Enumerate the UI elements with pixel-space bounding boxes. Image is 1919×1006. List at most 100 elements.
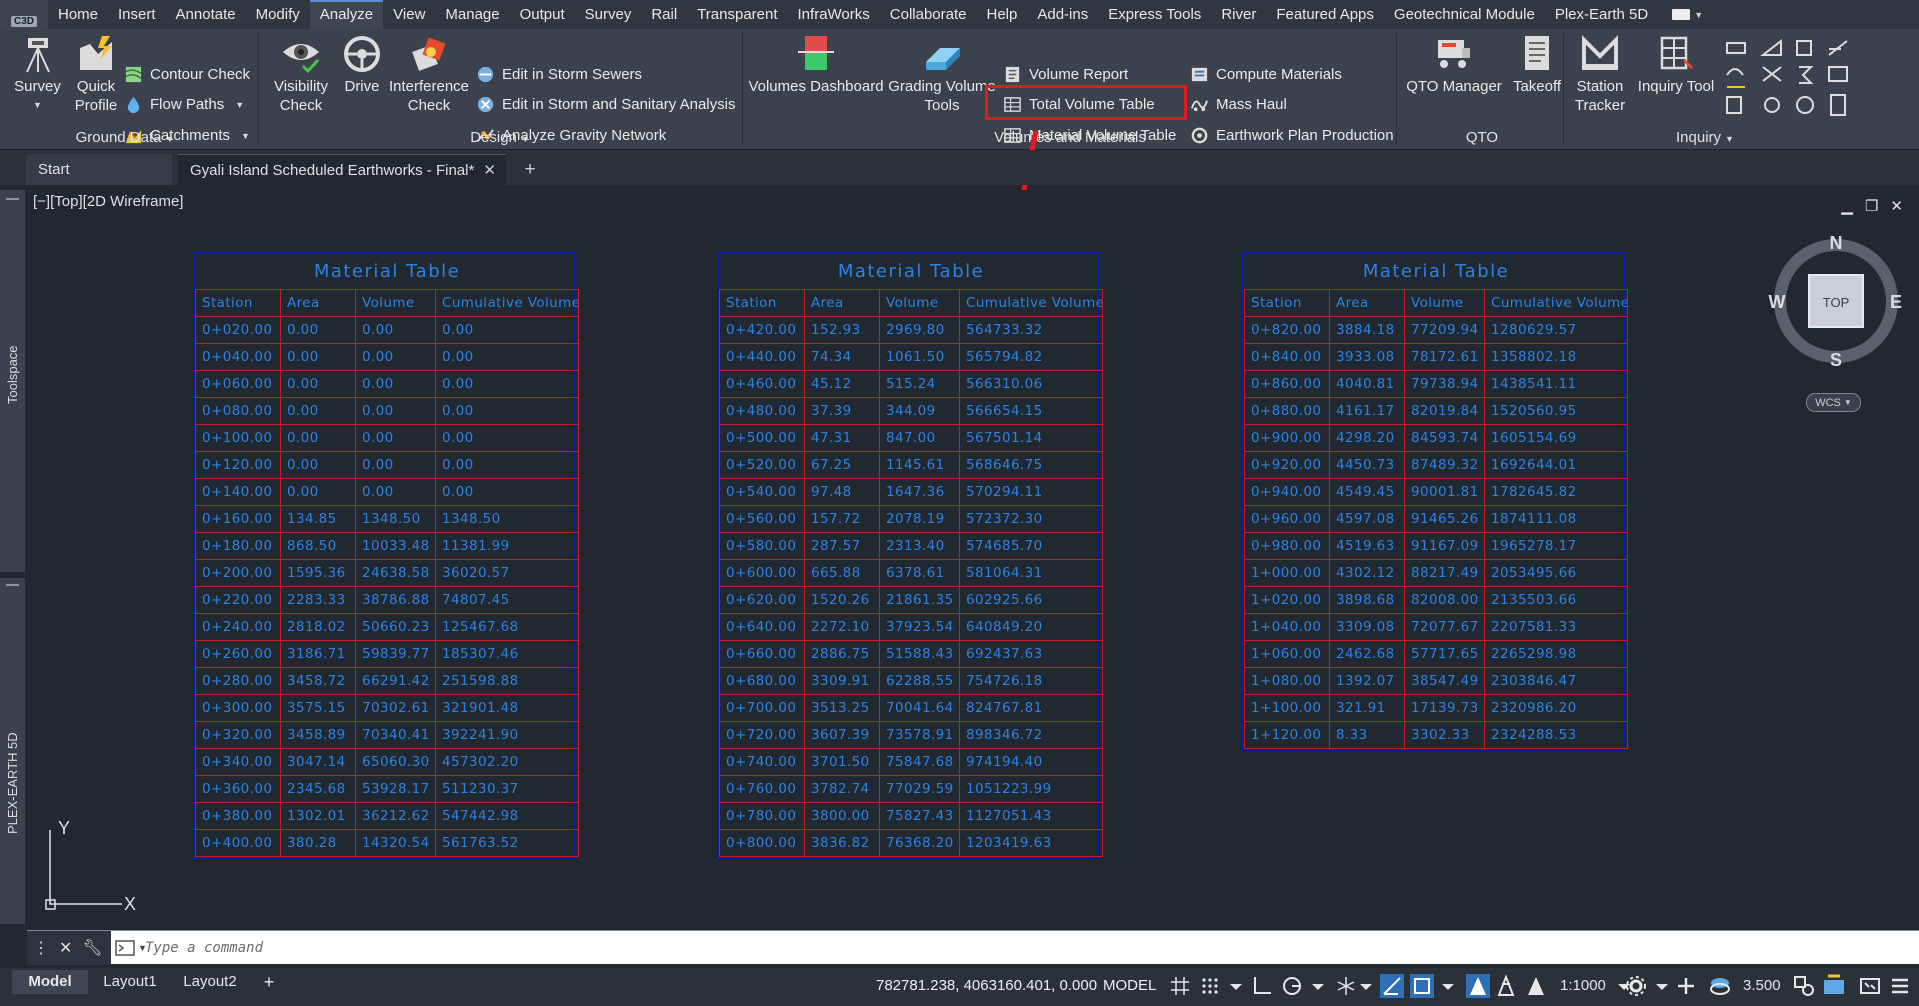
edit-in-storm-sewers-button[interactable]: Edit in Storm Sewers <box>476 62 642 87</box>
contour-check-button[interactable]: Contour Check <box>124 62 250 87</box>
ribbon-tab-express-tools[interactable]: Express Tools <box>1098 0 1211 29</box>
gear-icon[interactable] <box>1624 974 1648 998</box>
ribbon-tab-modify[interactable]: Modify <box>246 0 310 29</box>
viewcube-top-label[interactable]: TOP <box>1823 295 1850 310</box>
plus-icon[interactable] <box>1674 974 1698 998</box>
close-icon[interactable]: ✕ <box>1890 197 1903 215</box>
annotation-visibility-icon[interactable] <box>1466 974 1490 998</box>
qto-panel-title[interactable]: QTO <box>1440 129 1524 146</box>
ribbon-tab-geotechnical-module[interactable]: Geotechnical Module <box>1384 0 1545 29</box>
chevron-down-icon[interactable] <box>1224 974 1248 998</box>
workspace-icon[interactable] <box>1708 974 1732 998</box>
grid-icon[interactable] <box>1168 974 1192 998</box>
compute-materials-button[interactable]: Compute Materials <box>1190 62 1342 87</box>
app-logo[interactable]: C3D <box>0 0 48 29</box>
ribbon-tab-output[interactable]: Output <box>510 0 575 29</box>
ribbon-tab-plex-earth-5d[interactable]: Plex-Earth 5D <box>1545 0 1658 29</box>
ribbon-tab-featured-apps[interactable]: Featured Apps <box>1266 0 1384 29</box>
ribbon-tab-manage[interactable]: Manage <box>435 0 509 29</box>
ribbon-tab-infraworks[interactable]: InfraWorks <box>788 0 880 29</box>
visibility-check-button[interactable]: Visibility Check <box>268 34 334 115</box>
compass-north[interactable]: N <box>1830 233 1843 253</box>
compass-east[interactable]: E <box>1890 292 1902 312</box>
ribbon-tab-home[interactable]: Home <box>48 0 108 29</box>
command-history-icon[interactable]: ▼ <box>115 938 149 958</box>
ribbon-tab-analyze[interactable]: Analyze <box>309 0 384 29</box>
fullscreen-icon[interactable] <box>1858 974 1882 998</box>
auto-scale-icon[interactable] <box>1494 974 1518 998</box>
quick-profile-button[interactable]: Quick Profile <box>68 34 124 115</box>
drive-button[interactable]: Drive <box>340 34 384 96</box>
ribbon-tab-view[interactable]: View <box>383 0 435 29</box>
tab-model[interactable]: Model <box>12 970 88 994</box>
annotation-scale-icon[interactable] <box>1524 974 1548 998</box>
design-panel-title[interactable]: Design ▼ <box>440 129 560 146</box>
inquiry-small-tools-icon[interactable] <box>1723 35 1913 125</box>
compass-south[interactable]: S <box>1830 350 1842 370</box>
close-icon[interactable]: ✕ <box>59 938 72 958</box>
close-tab-icon[interactable]: ✕ <box>483 155 496 186</box>
ribbon-tab-collaborate[interactable]: Collaborate <box>880 0 977 29</box>
new-tab-button[interactable]: + <box>515 154 545 185</box>
volumes-dashboard-button[interactable]: Volumes Dashboard <box>748 34 884 96</box>
restore-icon[interactable]: ❐ <box>1865 197 1878 215</box>
ribbon-tab-help[interactable]: Help <box>976 0 1027 29</box>
ribbon-tab-survey[interactable]: Survey <box>575 0 642 29</box>
ground-data-panel-title[interactable]: Ground Data ▼ <box>60 129 190 146</box>
ribbon-tab-add-ins[interactable]: Add-ins <box>1027 0 1098 29</box>
chevron-down-icon[interactable] <box>1650 974 1674 998</box>
tab-layout2[interactable]: Layout2 <box>170 970 250 994</box>
command-input[interactable] <box>145 931 1845 965</box>
minimize-icon[interactable]: ▁ <box>1841 197 1853 215</box>
viewport-controls-label[interactable]: [−][Top][2D Wireframe] <box>33 193 183 210</box>
coordinate-readout[interactable]: 782781.238, 4063160.401, 0.000 <box>876 970 1097 1002</box>
flow-paths-button[interactable]: Flow Paths ▼ <box>124 92 244 117</box>
tab-layout1[interactable]: Layout1 <box>90 970 170 994</box>
edit-storm-sanitary-button[interactable]: Edit in Storm and Sanitary Analysis <box>476 92 735 117</box>
viewcube-compass[interactable]: TOP N S E W <box>1762 232 1910 382</box>
qto-manager-button[interactable]: QTO Manager <box>1400 34 1508 96</box>
takeoff-button[interactable]: Takeoff <box>1508 34 1566 96</box>
ribbon-tab-annotate[interactable]: Annotate <box>166 0 246 29</box>
annotation-monitor-value[interactable]: 3.500 <box>1743 970 1781 1002</box>
customize-wrench-icon[interactable]: 🔧︎ <box>82 938 102 958</box>
object-snap-icon[interactable] <box>1410 974 1434 998</box>
ucs-x-label: X <box>124 894 136 910</box>
toolspace-panel[interactable]: Toolspace <box>0 190 25 572</box>
snap-icon[interactable] <box>1198 974 1222 998</box>
grip-icon[interactable] <box>6 584 19 586</box>
add-layout-button[interactable]: + <box>254 970 284 994</box>
polar-tracking-icon[interactable] <box>1280 974 1304 998</box>
chevron-down-icon[interactable] <box>1306 974 1330 998</box>
ortho-icon[interactable] <box>1250 974 1274 998</box>
annotation-scale-value[interactable]: 1:1000 <box>1560 970 1606 1002</box>
ribbon-tab-river[interactable]: River <box>1211 0 1266 29</box>
plex-earth-panel[interactable]: PLEX-EARTH 5D <box>0 578 25 924</box>
model-space-button[interactable]: MODEL <box>1103 970 1156 1002</box>
volume-report-button[interactable]: Volume Report <box>1003 62 1128 87</box>
earthwork-plan-production-button[interactable]: Earthwork Plan Production <box>1190 123 1394 148</box>
tab-start[interactable]: Start <box>26 154 172 185</box>
grip-icon[interactable] <box>6 198 19 200</box>
interference-check-button[interactable]: Interference Check <box>386 34 472 115</box>
isolate-objects-icon[interactable] <box>1792 974 1816 998</box>
customization-menu-icon[interactable] <box>1888 974 1912 998</box>
inquiry-panel-title[interactable]: Inquiry ▼ <box>1640 129 1770 146</box>
mass-haul-button[interactable]: Mass Haul <box>1190 92 1287 117</box>
grading-volume-tools-button[interactable]: Grading Volume Tools <box>884 34 1000 115</box>
grip-icon[interactable]: ⋮ <box>33 938 49 958</box>
ribbon-tab-rail[interactable]: Rail <box>641 0 687 29</box>
object-snap-tracking-icon[interactable] <box>1380 974 1404 998</box>
ribbon-tab-insert[interactable]: Insert <box>108 0 166 29</box>
tab-current-drawing[interactable]: Gyali Island Scheduled Earthworks - Fina… <box>178 154 506 185</box>
hardware-acceleration-icon[interactable] <box>1822 974 1846 998</box>
ribbon-tab-transparent[interactable]: Transparent <box>687 0 787 29</box>
compass-west[interactable]: W <box>1769 292 1786 312</box>
wcs-menu[interactable]: WCS ▼ <box>1806 393 1861 412</box>
inquiry-tool-button[interactable]: Inquiry Tool <box>1632 34 1720 96</box>
language-flag-icon[interactable]: ▼ <box>1672 8 1706 22</box>
survey-button[interactable]: Survey ▼ <box>10 34 65 115</box>
chevron-down-icon[interactable] <box>1436 974 1460 998</box>
station-tracker-button[interactable]: Station Tracker <box>1568 34 1632 115</box>
chevron-down-icon[interactable] <box>1354 974 1378 998</box>
